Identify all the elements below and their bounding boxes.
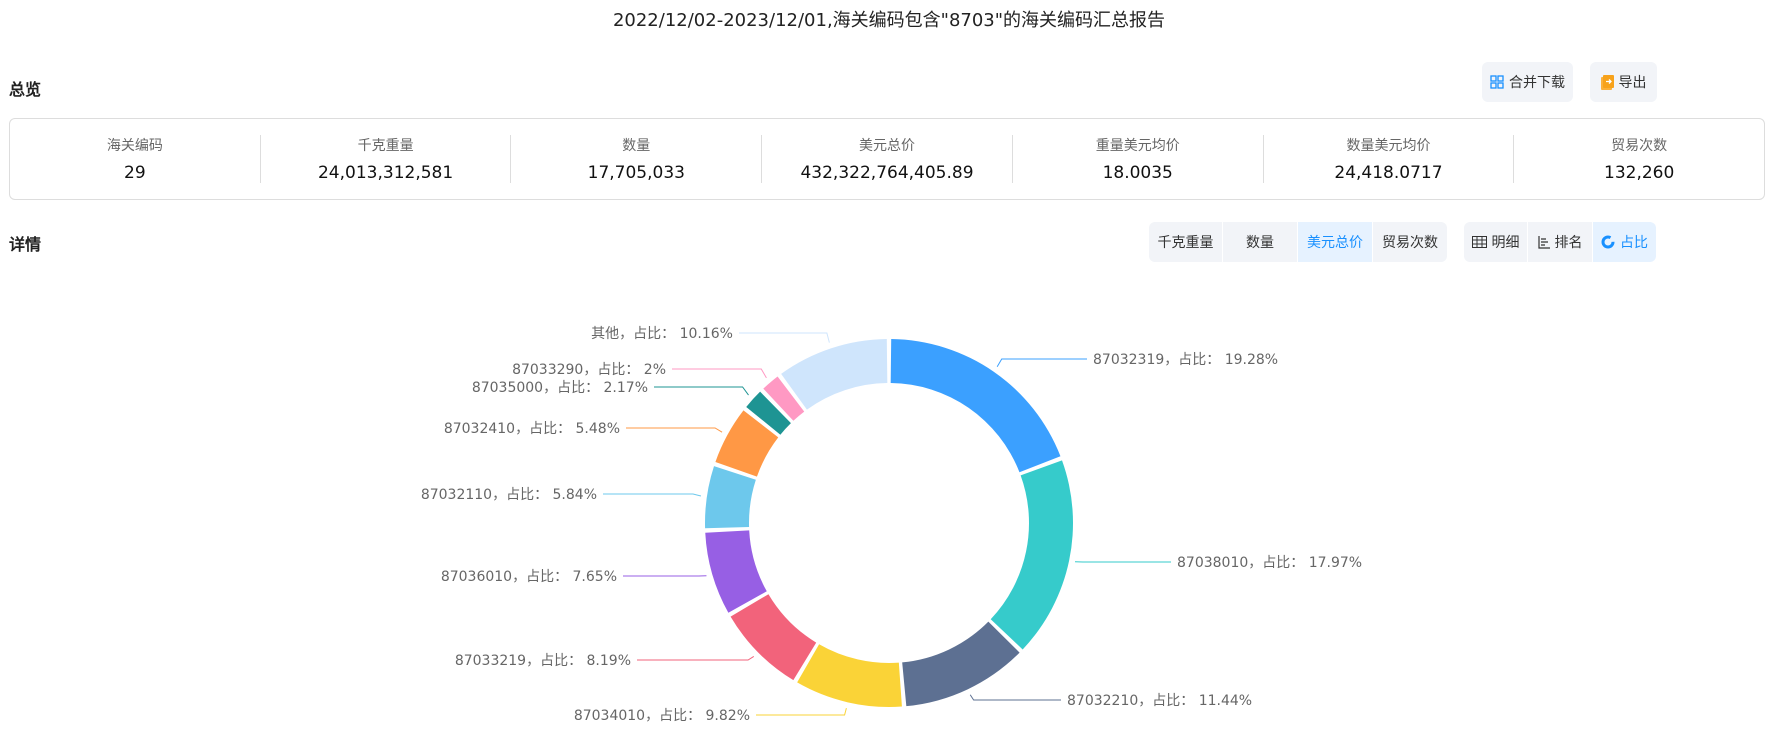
tab-quantity[interactable]: 数量: [1223, 222, 1297, 262]
stat-value: 24,418.0717: [1334, 163, 1443, 183]
summary-panel: 海关编码 29 千克重量 24,013,312,581 数量 17,705,033 美…: [9, 118, 1765, 200]
tab-trade-count[interactable]: 贸易次数: [1373, 222, 1447, 262]
stat-value: 432,322,764,405.89: [800, 163, 974, 183]
export-label: 导出: [1618, 75, 1647, 91]
stat-weight-kg: 千克重量 24,013,312,581: [261, 135, 512, 183]
slice-label: 其他，占比： 10.16%: [591, 326, 733, 342]
slice-label: 87032210，占比： 11.44%: [1067, 693, 1252, 709]
tab-total-usd[interactable]: 美元总价: [1298, 222, 1372, 262]
stat-label: 美元总价: [859, 138, 916, 154]
stat-trade-count: 贸易次数 132,260: [1514, 135, 1764, 183]
tab-proportion[interactable]: 占比: [1593, 222, 1656, 262]
leader-line: [969, 694, 1061, 701]
merge-download-button[interactable]: 合并下载: [1482, 62, 1573, 102]
slice-87034010[interactable]: [797, 644, 902, 707]
tab-weight[interactable]: 千克重量: [1149, 222, 1222, 262]
stat-label: 数量美元均价: [1346, 138, 1431, 154]
slice-87038010[interactable]: [990, 460, 1074, 650]
ranking-icon: [1537, 235, 1550, 249]
stat-value: 18.0035: [1102, 163, 1173, 183]
merge-icon: [1490, 75, 1504, 89]
slice-label: 87034010，占比： 9.82%: [574, 708, 750, 724]
slice-87036010[interactable]: [705, 530, 767, 613]
slice-label: 87033219，占比： 8.19%: [455, 653, 631, 669]
merge-download-label: 合并下载: [1509, 75, 1565, 91]
leader-line: [654, 386, 749, 396]
leader-line: [739, 332, 830, 343]
leader-line: [603, 493, 702, 497]
leader-line: [626, 427, 723, 433]
stat-quantity: 数量 17,705,033: [511, 135, 763, 183]
export-file-icon: [1600, 74, 1614, 90]
slice-87033219[interactable]: [730, 594, 817, 681]
report-title: 2022/12/02-2023/12/01,海关编码包含"8703"的海关编码汇…: [612, 10, 1166, 31]
stat-value: 132,260: [1604, 163, 1675, 183]
stat-usd-per-weight: 重量美元均价 18.0035: [1013, 135, 1264, 183]
stat-usd-per-quantity: 数量美元均价 24,418.0717: [1264, 135, 1515, 183]
stat-value: 29: [124, 163, 146, 183]
export-button[interactable]: 导出: [1590, 62, 1657, 102]
stat-value: 17,705,033: [587, 163, 685, 183]
slice-label: 87033290，占比： 2%: [512, 362, 666, 378]
stat-hs-code-count: 海关编码 29: [10, 135, 261, 183]
tab-detail-label: 明细: [1491, 235, 1520, 251]
tab-detail[interactable]: 明细: [1464, 222, 1527, 262]
metric-tabs: 千克重量 数量 美元总价 贸易次数: [1149, 222, 1447, 262]
donut-icon: [1601, 235, 1615, 249]
leader-line: [637, 656, 755, 661]
view-tabs: 明细 排名 占比: [1464, 222, 1656, 262]
tab-ranking-label: 排名: [1554, 235, 1583, 251]
tab-ranking[interactable]: 排名: [1528, 222, 1592, 262]
leader-line: [672, 368, 767, 379]
overview-heading: 总览: [9, 80, 42, 99]
stat-value: 24,013,312,581: [317, 163, 454, 183]
slice-其他[interactable]: [781, 339, 888, 410]
slice-87032210[interactable]: [902, 621, 1020, 707]
leader-line: [996, 358, 1087, 368]
leader-line: [756, 708, 847, 716]
slice-label: 87038010，占比： 17.97%: [1177, 555, 1362, 571]
stat-label: 海关编码: [106, 138, 163, 154]
stat-label: 数量: [622, 138, 651, 154]
slice-label: 87032319，占比： 19.28%: [1093, 352, 1278, 368]
stat-label: 重量美元均价: [1095, 138, 1180, 154]
stat-total-usd: 美元总价 432,322,764,405.89: [762, 135, 1013, 183]
details-heading: 详情: [9, 235, 42, 254]
tab-proportion-label: 占比: [1620, 235, 1648, 251]
slice-87032110[interactable]: [705, 466, 756, 529]
slice-label: 87032410，占比： 5.48%: [444, 421, 620, 437]
stat-label: 千克重量: [357, 138, 414, 154]
stat-label: 贸易次数: [1611, 138, 1668, 154]
donut-chart: 87032319，占比： 19.28% 87038010，占比： 17.97% 87…: [421, 326, 1362, 724]
slice-label: 87036010，占比： 7.65%: [441, 569, 617, 585]
slice-label: 87032110，占比： 5.84%: [421, 487, 597, 503]
table-icon: [1471, 236, 1487, 248]
slice-label: 87035000，占比： 2.17%: [472, 380, 648, 396]
